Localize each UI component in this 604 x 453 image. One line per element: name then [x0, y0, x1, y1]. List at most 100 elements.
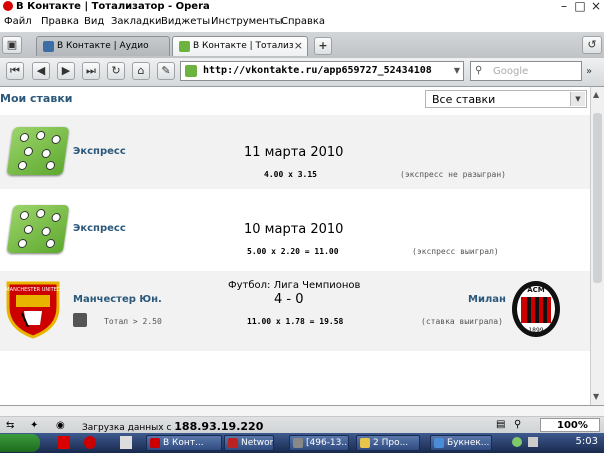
away-team-link[interactable]: Милан — [468, 294, 506, 305]
loading-status: Загрузка данных с 188.93.19.220 — [82, 420, 263, 433]
match-score: 4 - 0 — [274, 292, 304, 307]
scroll-thumb[interactable] — [593, 113, 602, 283]
forward-icon[interactable]: ▶ — [57, 62, 75, 80]
taskbar-item[interactable]: Букнек... — [430, 435, 492, 451]
bet-type-icon — [73, 313, 87, 327]
tab-totalizator[interactable]: В Контакте | Тотализ... × — [172, 36, 308, 56]
manchester-united-crest-icon: MANCHESTER UNITED — [5, 281, 61, 339]
page-content: Мои ставки Все ставки ▼ Экспресс 11 март… — [0, 87, 590, 405]
bet-date: 10 марта 2010 — [244, 222, 344, 237]
address-url: http://vkontakte.ru/app659727_52434108 — [203, 65, 432, 76]
taskbar: В Конт... Networ... [496-13... 2 Про... … — [0, 433, 604, 453]
vertical-scrollbar[interactable]: ▲ ▼ — [590, 87, 604, 405]
menu-tools[interactable]: Инструменты — [211, 16, 283, 27]
zoom-search-icon[interactable]: ⚲ — [514, 419, 521, 430]
network-icon[interactable]: ◉ — [56, 420, 65, 431]
chevron-down-icon: ▼ — [570, 92, 585, 106]
start-button[interactable] — [0, 434, 40, 452]
bet-type-link[interactable]: Экспресс — [73, 223, 126, 234]
fast-forward-icon[interactable]: ⏭ — [82, 62, 100, 80]
menu-edit[interactable]: Правка — [41, 16, 79, 27]
view-icon[interactable]: ▤ — [496, 419, 505, 430]
menu-help[interactable]: Справка — [281, 16, 325, 27]
navigation-bar: ⏮ ◀ ▶ ⏭ ↻ ⌂ ✎ http://vkontakte.ru/app659… — [0, 58, 604, 87]
quicklaunch-icon[interactable] — [120, 436, 132, 449]
page-title: Мои ставки — [0, 92, 73, 105]
taskbar-item[interactable]: В Конт... — [146, 435, 222, 451]
search-icon: ⚲ — [475, 65, 483, 76]
bet-odds: 5.00 x 2.20 = 11.00 — [247, 247, 339, 256]
bets-filter-select[interactable]: Все ставки ▼ — [425, 90, 587, 108]
title-bar: В Контакте | Тотализатор - Opera – □ × — [0, 0, 604, 14]
taskbar-item[interactable]: [496-13... — [289, 435, 349, 451]
window-title: В Контакте | Тотализатор - Opera — [16, 1, 210, 12]
loading-label: Загрузка данных с — [82, 423, 172, 433]
menu-view[interactable]: Вид — [84, 16, 104, 27]
minimize-icon[interactable]: – — [556, 0, 572, 14]
taskbar-item[interactable]: 2 Про... — [356, 435, 420, 451]
address-dropdown-icon[interactable]: ▼ — [454, 66, 460, 75]
new-tab-icon[interactable]: + — [314, 37, 332, 55]
football-field-icon — [6, 205, 70, 253]
zoom-value: 100% — [557, 420, 588, 431]
bet-date: 11 марта 2010 — [244, 145, 344, 160]
vk-favicon-icon — [43, 41, 54, 52]
bet-status: (экспресс выиграл) — [412, 247, 499, 256]
tab-audio[interactable]: В Контакте | Аудио — [36, 36, 170, 56]
search-field[interactable]: ⚲ Google — [470, 61, 582, 81]
bet-odds: 4.00 x 3.15 — [264, 170, 317, 179]
back-icon[interactable]: ◀ — [32, 62, 50, 80]
menu-bookmarks[interactable]: Закладки — [111, 16, 162, 27]
maximize-icon[interactable]: □ — [572, 0, 588, 14]
bet-row: Экспресс 10 марта 2010 5.00 x 2.20 = 11.… — [0, 191, 590, 271]
opera-quicklaunch-icon[interactable] — [84, 436, 96, 449]
edit-icon[interactable]: ✎ — [157, 62, 175, 80]
tray-icon[interactable] — [528, 437, 538, 447]
tab-label: В Контакте | Тотализ... — [193, 41, 293, 51]
site-icon — [185, 65, 197, 77]
turbo-icon[interactable]: ✦ — [30, 420, 38, 431]
match-status: (ставка выиграла) — [421, 317, 503, 326]
scroll-up-icon[interactable]: ▲ — [593, 90, 599, 99]
filter-value: Все ставки — [432, 93, 496, 106]
tray-icon[interactable] — [512, 437, 522, 447]
match-bet-row: MANCHESTER UNITED Футбол: Лига Чемпионов… — [0, 271, 590, 351]
home-team-link[interactable]: Манчестер Юн. — [73, 294, 162, 305]
scroll-down-icon[interactable]: ▼ — [593, 392, 599, 401]
reload-icon[interactable]: ↻ — [107, 62, 125, 80]
crest-text: ACM — [527, 286, 545, 294]
menu-file[interactable]: Файл — [4, 16, 32, 27]
clock: 5:03 — [575, 436, 598, 447]
bet-row: Экспресс 11 марта 2010 4.00 x 3.15 (эксп… — [0, 115, 590, 189]
taskbar-item[interactable]: Networ... — [224, 435, 274, 451]
bet-total: Тотал > 2.50 — [104, 317, 162, 326]
closed-tabs-icon[interactable]: ↺ — [582, 36, 602, 54]
tab-bar: ▣ В Контакте | Аудио В Контакте | Тотали… — [0, 32, 604, 59]
home-icon[interactable]: ⌂ — [132, 62, 150, 80]
panel-icon[interactable]: ⇆ — [6, 420, 14, 431]
server-ip: 188.93.19.220 — [174, 420, 264, 433]
close-icon[interactable]: × — [588, 0, 604, 14]
bet-status: (экспресс не разыгран) — [400, 170, 506, 179]
menu-widgets[interactable]: Виджеты — [161, 16, 210, 27]
address-bar[interactable]: http://vkontakte.ru/app659727_52434108 ▼ — [180, 61, 464, 81]
tab-label: В Контакте | Аудио — [57, 41, 149, 51]
page-header: Мои ставки Все ставки ▼ — [0, 87, 590, 113]
toolbar-more-icon[interactable]: » — [586, 66, 592, 77]
tab-close-icon[interactable]: × — [294, 39, 303, 52]
zoom-level[interactable]: 100% — [540, 418, 600, 432]
rewind-icon[interactable]: ⏮ — [6, 62, 24, 80]
app-favicon-icon — [179, 41, 190, 52]
crest-year: 1899 — [528, 327, 543, 334]
panel-toggle-icon[interactable]: ▣ — [2, 36, 22, 54]
bet-type-link[interactable]: Экспресс — [73, 146, 126, 157]
menu-bar: Файл Правка Вид Закладки Виджеты Инструм… — [0, 14, 604, 33]
ac-milan-crest-icon: ACM 1899 — [512, 281, 560, 337]
football-field-icon — [6, 127, 70, 175]
match-league: Футбол: Лига Чемпионов — [228, 280, 361, 291]
quicklaunch-icon[interactable] — [58, 436, 70, 449]
match-odds: 11.00 x 1.78 = 19.58 — [247, 317, 344, 326]
search-placeholder: Google — [493, 66, 529, 77]
crest-text: MANCHESTER UNITED — [5, 287, 60, 293]
horizontal-scrollbar[interactable] — [0, 406, 604, 417]
